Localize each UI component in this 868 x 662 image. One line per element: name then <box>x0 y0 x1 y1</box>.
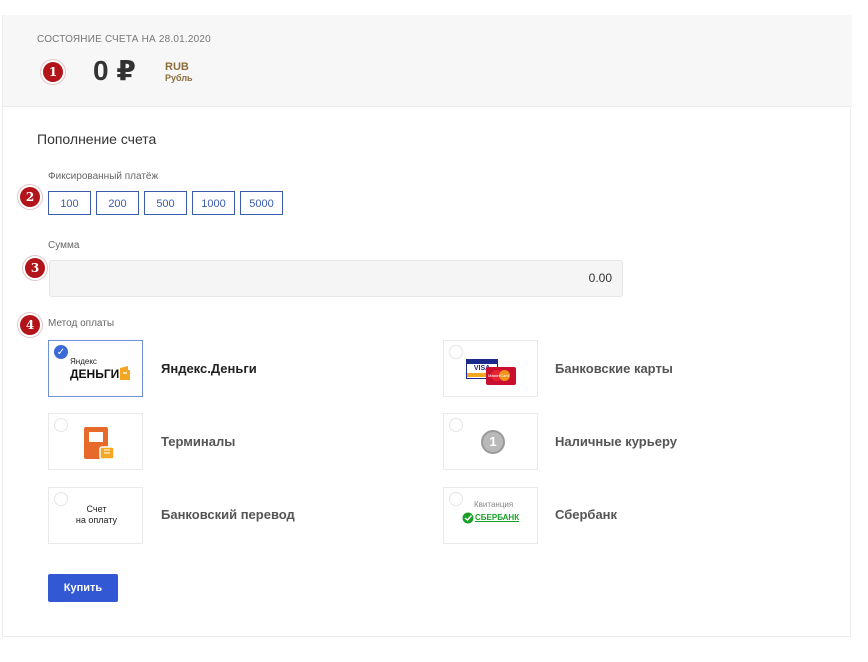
method-label-bank-cards: Банковские карты <box>555 361 673 376</box>
bank-cards-logo: VISA MasterCard <box>453 347 530 392</box>
preset-5000-button[interactable]: 5000 <box>240 191 283 215</box>
fixed-payment-label: Фиксированный платёж <box>48 171 159 182</box>
invoice-logo-line2: на оплату <box>75 515 118 525</box>
method-bank-cards[interactable]: VISA MasterCard <box>443 340 538 397</box>
preset-500-button[interactable]: 500 <box>144 191 187 215</box>
method-yandex-money[interactable]: Яндекс ДЕНЬГИ ✓ <box>48 340 143 397</box>
account-panel: СОСТОЯНИЕ СЧЕТА НА 28.01.2020 1 0 ₽ RUB … <box>2 15 852 637</box>
method-cash-courier[interactable]: 1 <box>443 413 538 470</box>
balance-amount: 0 ₽ <box>93 55 136 86</box>
sberbank-logo: Квитанция СБЕРБАНК <box>453 494 530 539</box>
terminal-icon <box>84 427 115 460</box>
terminals-logo <box>58 420 135 465</box>
sberbank-receipt-text: Квитанция <box>474 500 514 509</box>
buy-button[interactable]: Купить <box>48 574 118 602</box>
step-marker-2: 2 <box>20 187 40 207</box>
mastercard-card: MasterCard <box>486 367 516 385</box>
radio-unchecked-icon <box>449 418 463 432</box>
preset-1000-button[interactable]: 1000 <box>192 191 235 215</box>
method-label-terminals: Терминалы <box>161 434 236 449</box>
method-bank-transfer[interactable]: Счет на оплату <box>48 487 143 544</box>
method-label-bank-transfer: Банковский перевод <box>161 507 295 522</box>
yandex-money-logo: Яндекс ДЕНЬГИ <box>58 347 135 392</box>
method-label-cash-courier: Наличные курьеру <box>555 434 677 449</box>
radio-unchecked-icon <box>449 492 463 506</box>
invoice-logo-line1: Счет <box>86 504 107 514</box>
coin-icon: 1 <box>481 430 505 454</box>
balance-bar: СОСТОЯНИЕ СЧЕТА НА 28.01.2020 1 0 ₽ RUB … <box>3 15 852 107</box>
yandex-wallet-icon <box>120 366 130 380</box>
radio-unchecked-icon <box>449 345 463 359</box>
method-sberbank[interactable]: Квитанция СБЕРБАНК <box>443 487 538 544</box>
currency-name: Рубль <box>165 73 193 83</box>
step-marker-3: 3 <box>25 258 45 278</box>
sum-label: Сумма <box>48 240 80 251</box>
sberbank-name-text: СБЕРБАНК <box>475 513 520 522</box>
step-marker-4: 4 <box>20 315 40 335</box>
preset-200-button[interactable]: 200 <box>96 191 139 215</box>
step-marker-1: 1 <box>43 62 63 82</box>
radio-unchecked-icon <box>54 418 68 432</box>
currency-code: RUB <box>165 61 189 73</box>
payment-method-label: Метод оплаты <box>48 318 115 329</box>
yandex-logo-top-text: Яндекс <box>70 357 97 366</box>
sberbank-icon <box>462 512 474 524</box>
method-terminals[interactable] <box>48 413 143 470</box>
section-title: Пополнение счета <box>37 131 157 147</box>
yandex-logo-bottom-text: ДЕНЬГИ <box>70 367 120 381</box>
balance-caption: СОСТОЯНИЕ СЧЕТА НА 28.01.2020 <box>37 34 211 45</box>
method-label-yandex-money: Яндекс.Деньги <box>161 361 257 376</box>
preset-100-button[interactable]: 100 <box>48 191 91 215</box>
radio-checked-icon: ✓ <box>54 345 68 359</box>
mastercard-logo-text: MasterCard <box>488 373 509 378</box>
cash-courier-logo: 1 <box>453 420 530 465</box>
method-label-sberbank: Сбербанк <box>555 507 618 522</box>
sum-input[interactable]: 0.00 <box>49 260 623 297</box>
invoice-logo: Счет на оплату <box>58 494 135 539</box>
radio-unchecked-icon <box>54 492 68 506</box>
